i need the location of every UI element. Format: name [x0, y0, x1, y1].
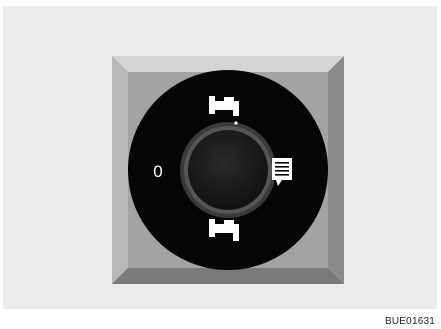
rear-wiper-switch-illustration: 0: [112, 56, 344, 284]
off-position-label: 0: [153, 162, 162, 181]
rotary-knob[interactable]: [180, 122, 276, 218]
figure-caption: BUE01631: [385, 316, 435, 327]
